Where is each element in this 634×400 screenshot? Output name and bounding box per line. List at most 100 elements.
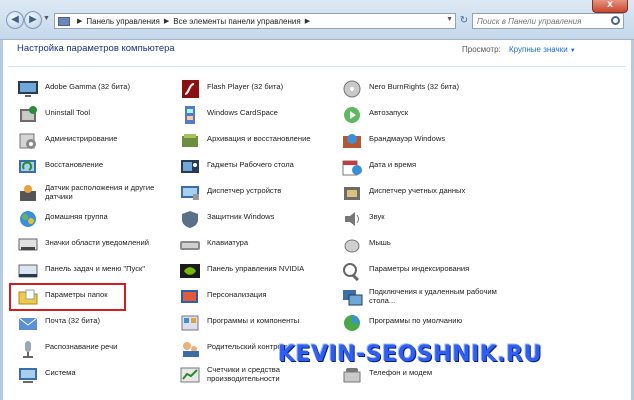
item-label: Счетчики и средства производительности bbox=[207, 365, 280, 383]
breadcrumb-separator-icon[interactable]: ▶ bbox=[164, 17, 169, 25]
mouse-icon bbox=[344, 239, 360, 253]
breadcrumb-separator-icon[interactable]: ▶ bbox=[305, 17, 310, 25]
programs-icon bbox=[181, 315, 199, 331]
item-label: Клавиатура bbox=[207, 238, 249, 247]
cp-item-default-programs[interactable]: Программы по умолчанию bbox=[341, 312, 499, 338]
taskbar-icon bbox=[18, 264, 38, 278]
admin-tools-icon bbox=[19, 133, 36, 149]
recent-pages-chevron-icon[interactable]: ▼ bbox=[43, 15, 51, 25]
firewall-icon bbox=[343, 134, 361, 148]
cp-item-autoplay[interactable]: Автозапуск bbox=[341, 104, 499, 130]
breadcrumb-control-panel[interactable]: Панель управления bbox=[86, 17, 160, 26]
cp-item-performance[interactable]: Счетчики и средства производительности bbox=[179, 364, 337, 390]
keyboard-icon bbox=[180, 241, 200, 250]
device-manager-icon bbox=[181, 186, 199, 200]
item-label: Nero BurnRights (32 бита) bbox=[369, 82, 460, 91]
cp-item-nero[interactable]: Nero BurnRights (32 бита) bbox=[341, 78, 499, 104]
breadcrumb-all-items[interactable]: Все элементы панели управления bbox=[173, 17, 300, 26]
item-label: Защитник Windows bbox=[207, 212, 275, 221]
item-label: Почта (32 бита) bbox=[45, 316, 101, 325]
item-label: Гаджеты Рабочего стола bbox=[207, 160, 294, 169]
uninstall-icon bbox=[20, 106, 37, 122]
cp-item-speech-recognition[interactable]: Распознавание речи bbox=[17, 338, 175, 364]
address-bar[interactable]: ▶ Панель управления ▶ Все элементы панел… bbox=[54, 13, 456, 29]
item-label: Звук bbox=[369, 212, 385, 221]
datetime-icon bbox=[342, 160, 362, 176]
item-label: Значки области уведомлений bbox=[45, 238, 149, 247]
divider bbox=[8, 66, 626, 67]
refresh-button[interactable]: ↻ bbox=[458, 13, 470, 29]
mail-icon bbox=[18, 317, 38, 330]
forward-button[interactable]: ▶ bbox=[24, 11, 42, 29]
item-label: Восстановление bbox=[45, 160, 104, 169]
item-label: Панель задач и меню "Пуск" bbox=[45, 264, 146, 273]
search-icon[interactable] bbox=[611, 16, 620, 25]
cp-item-location-sensors[interactable]: Датчик расположения и другие датчики bbox=[17, 182, 175, 208]
cp-item-firewall[interactable]: Брандмауэр Windows bbox=[341, 130, 499, 156]
default-programs-icon bbox=[344, 315, 360, 331]
cp-item-indexing[interactable]: Параметры индексирования bbox=[341, 260, 499, 286]
homegroup-icon bbox=[20, 211, 36, 227]
watermark-text: KEVIN-SEOSHNIK.RU bbox=[278, 342, 542, 367]
item-label: Параметры индексирования bbox=[369, 264, 470, 273]
view-mode-value[interactable]: Крупные значки bbox=[509, 45, 568, 54]
cp-item-defender[interactable]: Защитник Windows bbox=[179, 208, 337, 234]
autoplay-icon bbox=[344, 107, 360, 123]
cp-item-remote-desktop[interactable]: Подключения к удаленным рабочим стола... bbox=[341, 286, 499, 312]
sensor-icon bbox=[20, 185, 36, 201]
view-label: Просмотр: bbox=[462, 45, 501, 54]
indexing-icon bbox=[343, 263, 359, 281]
cp-item-programs-features[interactable]: Программы и компоненты bbox=[179, 312, 337, 338]
cardspace-icon bbox=[185, 106, 195, 124]
cp-item-sound[interactable]: Звук bbox=[341, 208, 499, 234]
cp-item-mail[interactable]: Почта (32 бита) bbox=[17, 312, 175, 338]
cp-item-keyboard[interactable]: Клавиатура bbox=[179, 234, 337, 260]
item-label: Дата и время bbox=[369, 160, 417, 169]
cp-item-uninstall-tool[interactable]: Uninstall Tool bbox=[17, 104, 175, 130]
gadgets-icon bbox=[181, 160, 199, 173]
chevron-down-icon[interactable]: ▼ bbox=[570, 48, 576, 54]
close-button[interactable]: x bbox=[592, 0, 628, 13]
cp-item-date-time[interactable]: Дата и время bbox=[341, 156, 499, 182]
search-input[interactable] bbox=[477, 16, 609, 26]
sound-icon bbox=[345, 212, 359, 226]
cp-item-administration[interactable]: Администрирование bbox=[17, 130, 175, 156]
cp-item-personalization[interactable]: Персонализация bbox=[179, 286, 337, 312]
breadcrumb-separator-icon[interactable]: ▶ bbox=[77, 17, 82, 25]
cp-item-desktop-gadgets[interactable]: Гаджеты Рабочего стола bbox=[179, 156, 337, 182]
cp-item-cardspace[interactable]: Windows CardSpace bbox=[179, 104, 337, 130]
item-label: Windows CardSpace bbox=[207, 108, 278, 117]
cp-item-credential-manager[interactable]: Диспетчер учетных данных bbox=[341, 182, 499, 208]
item-label: Домашняя группа bbox=[45, 212, 108, 221]
cp-item-homegroup[interactable]: Домашняя группа bbox=[17, 208, 175, 234]
cp-item-phone-modem[interactable]: Телефон и модем bbox=[341, 364, 499, 390]
view-mode-select[interactable]: Крупные значки ▼ bbox=[509, 45, 576, 54]
remote-desktop-icon bbox=[343, 290, 363, 306]
cp-item-notification-icons[interactable]: Значки области уведомлений bbox=[17, 234, 175, 260]
cp-item-mouse[interactable]: Мышь bbox=[341, 234, 499, 260]
defender-icon bbox=[182, 211, 198, 228]
item-label: Датчик расположения и другие датчики bbox=[45, 183, 155, 201]
cp-item-flash-player[interactable]: Flash Player (32 бита) bbox=[179, 78, 337, 104]
item-label: Автозапуск bbox=[369, 108, 409, 117]
search-box[interactable] bbox=[472, 13, 624, 29]
cp-item-backup[interactable]: Архивация и восстановление bbox=[179, 130, 337, 156]
item-label: Распознавание речи bbox=[45, 342, 118, 351]
control-panel-icon bbox=[58, 16, 70, 26]
cp-item-adobe-gamma[interactable]: Adobe Gamma (32 бита) bbox=[17, 78, 175, 104]
cp-item-nvidia[interactable]: Панель управления NVIDIA bbox=[179, 260, 337, 286]
cp-item-system[interactable]: Система bbox=[17, 364, 175, 390]
item-label: Flash Player (32 бита) bbox=[207, 82, 284, 91]
cp-item-recovery[interactable]: Восстановление bbox=[17, 156, 175, 182]
system-icon bbox=[19, 368, 37, 383]
item-label: Uninstall Tool bbox=[45, 108, 91, 117]
address-dropdown-icon[interactable]: ▼ bbox=[446, 16, 453, 23]
parental-control-icon bbox=[183, 342, 199, 357]
item-label: Adobe Gamma (32 бита) bbox=[45, 82, 131, 91]
personalization-icon bbox=[181, 290, 198, 303]
window-toolbar: x ◀ ▶ ▼ ▶ Панель управления ▶ Все элемен… bbox=[0, 0, 634, 40]
back-button[interactable]: ◀ bbox=[6, 11, 24, 29]
window-border bbox=[0, 40, 3, 400]
control-panel-window: x ◀ ▶ ▼ ▶ Панель управления ▶ Все элемен… bbox=[0, 0, 634, 400]
cp-item-device-manager[interactable]: Диспетчер устройств bbox=[179, 182, 337, 208]
